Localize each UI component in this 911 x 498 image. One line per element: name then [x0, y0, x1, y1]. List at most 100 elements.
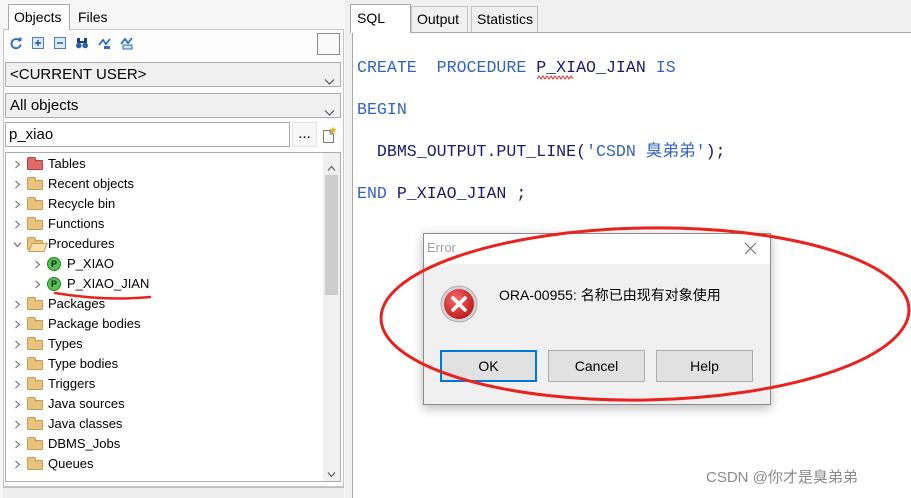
chevron-right-icon[interactable] [13, 380, 22, 389]
tab-files-label: Files [78, 9, 108, 25]
tab-objects[interactable]: Objects [8, 4, 70, 30]
folder-icon [27, 457, 43, 470]
tree-item-queues[interactable]: Queues [6, 454, 322, 474]
code-line-blank[interactable] [357, 120, 725, 141]
tree-item-procedures[interactable]: Procedures [6, 234, 322, 254]
cancel-button-label: Cancel [574, 358, 619, 374]
error-icon [440, 285, 478, 323]
filter-icon[interactable] [98, 36, 112, 50]
scroll-up-icon[interactable] [327, 160, 336, 171]
window-list-header [3, 487, 344, 498]
folder-icon [27, 317, 43, 330]
tree-item-packages[interactable]: Packages [6, 294, 322, 314]
tab-sql[interactable]: SQL [350, 4, 411, 33]
tab-output-label: Output [417, 11, 460, 27]
keyword-end: END [357, 184, 387, 203]
collapse-all-icon[interactable] [53, 36, 67, 50]
code-line[interactable]: END P_XIAO_JIAN ; [357, 183, 725, 204]
chevron-right-icon[interactable] [13, 200, 22, 209]
folder-icon [27, 337, 43, 350]
error-dialog: Error ORA-00955: 名称已由现有对象使用 OK Cancel He… [423, 233, 771, 405]
cancel-button[interactable]: Cancel [548, 350, 645, 382]
tree-scrollbar[interactable] [323, 153, 340, 481]
tree-item-p-xiao[interactable]: P P_XIAO [6, 254, 322, 274]
procedure-icon: P [47, 277, 61, 291]
tree-item-label: Type bodies [48, 356, 119, 371]
dialog-title: Error [427, 240, 456, 255]
ok-button[interactable]: OK [440, 350, 537, 382]
filter-edit-icon[interactable] [120, 36, 134, 50]
chevron-right-icon[interactable] [13, 340, 22, 349]
tab-output[interactable]: Output [411, 6, 468, 32]
tree-item-functions[interactable]: Functions [6, 214, 322, 234]
chevron-right-icon[interactable] [13, 180, 22, 189]
tree-item-label: Functions [48, 216, 105, 231]
close-icon[interactable] [744, 242, 757, 255]
tab-files[interactable]: Files [70, 6, 112, 29]
code-line-blank[interactable] [357, 78, 725, 99]
code-line-blank[interactable] [357, 162, 725, 183]
chevron-down-icon [324, 101, 335, 116]
keyword-begin: BEGIN [357, 100, 407, 119]
tree-item-package-bodies[interactable]: Package bodies [6, 314, 322, 334]
browse-button[interactable]: ... [292, 122, 317, 147]
tree-item-recent-objects[interactable]: Recent objects [6, 174, 322, 194]
tree-item-label: Package bodies [48, 316, 141, 331]
owner-select[interactable]: <CURRENT USER> [5, 62, 341, 87]
tab-objects-label: Objects [14, 9, 62, 25]
tree-item-label: Java classes [48, 416, 123, 431]
code-line[interactable]: DBMS_OUTPUT.PUT_LINE('CSDN 臭弟弟'); [357, 141, 726, 162]
object-tree[interactable]: Tables Recent objects Recycle bin Functi… [5, 152, 341, 482]
tree-item-java-classes[interactable]: Java classes [6, 414, 322, 434]
tree-item-type-bodies[interactable]: Type bodies [6, 354, 322, 374]
owner-select-value: <CURRENT USER> [10, 66, 147, 83]
tree-item-java-sources[interactable]: Java sources [6, 394, 322, 414]
chevron-right-icon[interactable] [13, 160, 22, 169]
folder-icon [27, 417, 43, 430]
object-type-select[interactable]: All objects [5, 93, 341, 118]
help-button[interactable]: Help [656, 350, 753, 382]
chevron-right-icon[interactable] [33, 260, 42, 269]
tree-item-p-xiao-jian[interactable]: P P_XIAO_JIAN [6, 274, 322, 294]
tree-item-label: Triggers [48, 376, 96, 391]
table-folder-icon [27, 157, 43, 170]
chevron-right-icon[interactable] [13, 320, 22, 329]
chevron-right-icon[interactable] [13, 400, 22, 409]
tree-item-triggers[interactable]: Triggers [6, 374, 322, 394]
folder-icon [27, 217, 43, 230]
scrollbar-thumb[interactable] [325, 175, 338, 295]
open-paren: ( [576, 142, 587, 161]
procedure-name: P_XIAO_JIAN [396, 184, 507, 203]
tree-item-tables[interactable]: Tables [6, 154, 322, 174]
chevron-right-icon[interactable] [13, 440, 22, 449]
scroll-down-icon[interactable] [327, 466, 336, 478]
find-icon[interactable] [75, 36, 89, 50]
code-line[interactable]: BEGIN [357, 99, 725, 120]
tree-item-recycle-bin[interactable]: Recycle bin [6, 194, 322, 214]
chevron-right-icon[interactable] [13, 460, 22, 469]
folder-icon [27, 437, 43, 450]
tree-item-label: Recent objects [48, 176, 134, 191]
chevron-right-icon[interactable] [13, 420, 22, 429]
tree-item-label: P_XIAO [67, 256, 114, 271]
chevron-right-icon[interactable] [33, 280, 42, 289]
chevron-right-icon[interactable] [13, 360, 22, 369]
chevron-right-icon[interactable] [13, 300, 22, 309]
folder-icon [27, 377, 43, 390]
tree-item-types[interactable]: Types [6, 334, 322, 354]
chevron-right-icon[interactable] [13, 220, 22, 229]
refresh-icon[interactable] [9, 36, 23, 50]
object-browser-panel: Objects Files <CURRENT USER> All objects… [0, 0, 345, 498]
string-literal: 'CSDN 臭弟弟' [586, 142, 706, 161]
chevron-down-icon[interactable] [13, 240, 22, 249]
expand-all-icon[interactable] [31, 36, 45, 50]
tree-item-dbms-jobs[interactable]: DBMS_Jobs [6, 434, 322, 454]
tab-statistics[interactable]: Statistics [471, 6, 538, 32]
search-input[interactable]: p_xiao [5, 122, 290, 147]
tree-item-label: Queues [48, 456, 94, 471]
tree-item-label: Recycle bin [48, 196, 116, 211]
dialog-title-bar[interactable]: Error [424, 234, 770, 264]
new-item-icon[interactable] [320, 126, 338, 144]
object-type-select-value: All objects [10, 97, 79, 114]
toolbar-options-button[interactable] [317, 33, 340, 55]
